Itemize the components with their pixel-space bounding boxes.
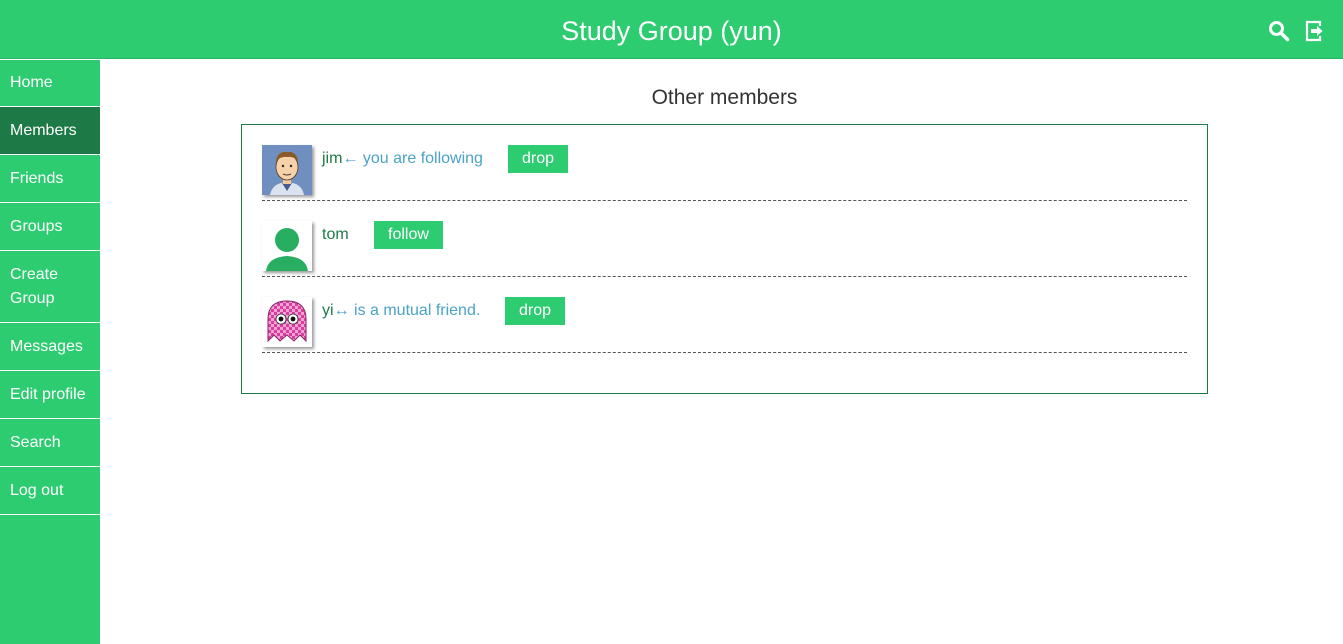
follow-status: ← you are following (342, 150, 483, 167)
sidebar-item-members[interactable]: Members (0, 107, 100, 155)
members-heading: Other members (651, 86, 798, 109)
drop-button[interactable]: drop (508, 145, 569, 173)
member-row: tom follow (262, 221, 1187, 277)
logout-icon[interactable] (1304, 20, 1326, 42)
sidebar-item-edit-profile[interactable]: Edit profile (0, 371, 100, 419)
sidebar-item-home[interactable]: Home (0, 59, 100, 107)
default-person-avatar[interactable] (262, 221, 312, 271)
sidebar-item-groups[interactable]: Groups (0, 203, 100, 251)
search-icon[interactable] (1268, 20, 1290, 42)
members-list: jim← you are following drop tom follow y… (241, 124, 1208, 394)
cartoon-man-avatar[interactable] (262, 145, 312, 195)
member-row: jim← you are following drop (262, 145, 1187, 201)
app-header: Study Group (yun) (0, 0, 1343, 59)
member-name[interactable]: tom (322, 226, 349, 243)
page-header-title: Study Group (yun) (561, 16, 782, 46)
follow-status: ↔ is a mutual friend. (333, 302, 481, 319)
sidebar-item-log-out[interactable]: Log out (0, 467, 100, 515)
follow-button[interactable]: follow (374, 221, 443, 249)
sidebar-item-messages[interactable]: Messages (0, 323, 100, 371)
member-name[interactable]: jim (322, 150, 342, 167)
pink-ghost-avatar[interactable] (262, 297, 312, 347)
member-name[interactable]: yi (322, 302, 334, 319)
sidebar-item-search[interactable]: Search (0, 419, 100, 467)
sidebar-item-create-group[interactable]: Create Group (0, 251, 100, 323)
sidebar-nav: Home Members Friends Groups Create Group… (0, 59, 100, 644)
member-row: yi↔ is a mutual friend. drop (262, 297, 1187, 353)
sidebar-item-friends[interactable]: Friends (0, 155, 100, 203)
drop-button[interactable]: drop (505, 297, 566, 325)
